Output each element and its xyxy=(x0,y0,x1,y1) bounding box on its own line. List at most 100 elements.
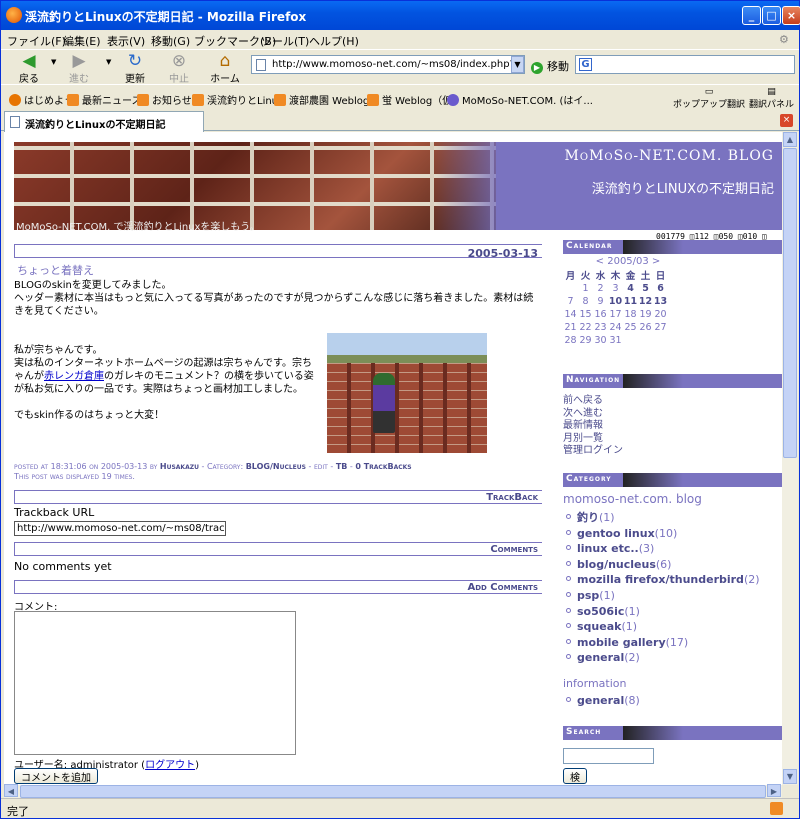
category-item[interactable]: general(8) xyxy=(566,693,640,709)
bookmark-item[interactable]: お知らせ xyxy=(137,92,192,107)
horizontal-scrollbar[interactable]: ◀ ▶ xyxy=(4,784,782,798)
category-label[interactable]: squeak xyxy=(577,620,621,633)
go-button[interactable]: ▶ 移動 xyxy=(531,58,569,74)
add-comment-heading: Add Comments xyxy=(467,582,538,593)
menu-view[interactable]: 表示(V) xyxy=(107,33,145,49)
trackbacks-link[interactable]: 0 TrackBacks xyxy=(355,462,411,471)
blog-title[interactable]: MoMoSo-NET.COM. BLOG xyxy=(565,148,774,164)
url-dropdown-icon[interactable]: ▼ xyxy=(511,56,524,73)
url-bar[interactable]: http://www.momoso-net.com/~ms08/index.ph… xyxy=(251,55,525,74)
nav-prev-link[interactable]: 前へ戻る xyxy=(563,395,623,408)
category-item[interactable]: squeak(1) xyxy=(566,619,760,635)
page-icon xyxy=(10,116,20,128)
category-count: (17) xyxy=(665,635,689,649)
calendar-day[interactable]: 4 xyxy=(623,282,638,295)
menu-go[interactable]: 移動(G) xyxy=(151,33,190,49)
nav-latest-link[interactable]: 最新情報 xyxy=(563,420,623,433)
category-label[interactable]: general xyxy=(577,694,624,707)
category-label[interactable]: psp xyxy=(577,589,599,602)
nav-admin-login-link[interactable]: 管理ログイン xyxy=(563,445,623,458)
category-item[interactable]: 釣り(1) xyxy=(566,510,760,526)
forward-button[interactable]: ▶ 進む xyxy=(63,52,95,85)
maximize-button[interactable]: □ xyxy=(762,6,781,25)
menu-help[interactable]: ヘルプ(H) xyxy=(309,33,359,49)
tab-close-icon[interactable]: × xyxy=(780,114,793,127)
scroll-down-icon[interactable]: ▼ xyxy=(783,769,797,784)
category-label[interactable]: mobile gallery xyxy=(577,636,666,649)
calendar-day: 1 xyxy=(582,283,589,294)
back-button[interactable]: ◀ 戻る xyxy=(13,52,45,85)
category-info-name[interactable]: information xyxy=(563,677,627,690)
category-item[interactable]: mozilla firefox/thunderbird(2) xyxy=(566,572,760,588)
category-item[interactable]: psp(1) xyxy=(566,588,760,604)
rss-feed-icon[interactable] xyxy=(770,802,783,815)
calendar-month-nav[interactable]: < 2005/03 > xyxy=(563,256,693,267)
add-comment-button[interactable]: コメントを追加 xyxy=(14,768,98,784)
menu-edit[interactable]: 編集(E) xyxy=(63,33,101,49)
edit-link[interactable]: edit xyxy=(314,462,328,471)
akarenga-link[interactable]: 赤レンガ倉庫 xyxy=(44,371,104,382)
bookmark-item[interactable]: 渡部農園 Weblog xyxy=(274,92,369,107)
category-item[interactable]: so506ic(1) xyxy=(566,604,760,620)
search-input[interactable] xyxy=(563,748,654,764)
category-label[interactable]: 釣り xyxy=(577,511,599,524)
bookmark-item[interactable]: 渓流釣りとLinux xyxy=(192,92,284,107)
forward-arrow-icon: ▶ xyxy=(72,51,86,71)
search-button[interactable]: 検索 xyxy=(563,768,587,784)
navigation-widget: Navigation 前へ戻る 次へ進む 最新情報 月別一覧 管理ログイン xyxy=(563,374,782,456)
category-link[interactable]: BLOG/Nucleus xyxy=(246,462,306,471)
forward-dropdown-icon[interactable]: ▼ xyxy=(106,58,111,66)
url-text: http://www.momoso-net.com/~ms08/index.ph… xyxy=(272,59,524,70)
trackback-url-field[interactable]: http://www.momoso-net.com/~ms08/trackbac xyxy=(14,521,226,536)
translate-panel-icon: ▤ xyxy=(767,87,776,97)
category-label[interactable]: general xyxy=(577,651,624,664)
nav-next-link[interactable]: 次へ進む xyxy=(563,408,623,421)
scroll-left-icon[interactable]: ◀ xyxy=(4,784,18,797)
bookmark-item[interactable]: はじめよう xyxy=(9,92,74,107)
calendar-day[interactable]: 10 xyxy=(608,295,623,308)
calendar-day[interactable]: 6 xyxy=(653,282,668,295)
back-dropdown-icon[interactable]: ▼ xyxy=(51,58,56,66)
post-title[interactable]: ちょっと着替え xyxy=(17,262,94,278)
category-item[interactable]: gentoo linux(10) xyxy=(566,526,760,542)
category-blog-name[interactable]: momoso-net.com. blog xyxy=(563,492,702,506)
vertical-scrollbar[interactable]: ▲ ▼ xyxy=(782,132,798,785)
calendar-day xyxy=(563,282,578,295)
bookmark-item[interactable]: 最新ニュース xyxy=(67,92,142,107)
stop-button[interactable]: ⊗ 中止 xyxy=(163,52,195,85)
comment-textarea[interactable] xyxy=(14,611,296,755)
reload-button[interactable]: ↻ 更新 xyxy=(119,52,151,85)
category-item[interactable]: linux etc..(3) xyxy=(566,541,760,557)
home-button[interactable]: ⌂ ホーム xyxy=(209,52,241,85)
calendar-day[interactable]: 13 xyxy=(653,295,668,308)
logout-link[interactable]: ログアウト xyxy=(145,760,195,771)
search-engine-box[interactable]: G xyxy=(575,55,795,74)
category-item[interactable]: blog/nucleus(6) xyxy=(566,557,760,573)
calendar-day[interactable]: 5 xyxy=(638,282,653,295)
category-label[interactable]: linux etc.. xyxy=(577,542,639,555)
menu-tools[interactable]: ツール(T) xyxy=(261,33,309,49)
tab-active[interactable]: 渓流釣りとLinuxの不定期日記 xyxy=(4,111,204,132)
category-label[interactable]: so506ic xyxy=(577,605,624,618)
bookmark-item[interactable]: MoMoSo-NET.COM. (はイ... xyxy=(447,92,593,107)
translate-panel-button[interactable]: ▤ 翻訳パネル xyxy=(749,87,794,110)
bullet-icon xyxy=(566,697,571,702)
tb-link[interactable]: TB xyxy=(336,462,348,471)
category-item[interactable]: mobile gallery(17) xyxy=(566,635,760,651)
minimize-button[interactable]: _ xyxy=(742,6,761,25)
menu-file[interactable]: ファイル(F) xyxy=(7,33,66,49)
calendar-day[interactable]: 11 xyxy=(623,295,638,308)
category-label[interactable]: mozilla firefox/thunderbird xyxy=(577,573,744,586)
category-item[interactable]: general(2) xyxy=(566,650,760,666)
hscrollbar-thumb[interactable] xyxy=(20,785,766,798)
close-button[interactable]: × xyxy=(782,6,800,25)
nav-archive-link[interactable]: 月別一覧 xyxy=(563,433,623,446)
author-link[interactable]: Husakazu xyxy=(160,462,199,471)
scroll-right-icon[interactable]: ▶ xyxy=(767,784,781,797)
category-label[interactable]: blog/nucleus xyxy=(577,558,656,571)
scroll-up-icon[interactable]: ▲ xyxy=(783,132,797,147)
popup-translate-button[interactable]: ▭ ポップアップ翻訳 xyxy=(673,87,745,110)
calendar-day[interactable]: 12 xyxy=(638,295,653,308)
scrollbar-thumb[interactable] xyxy=(783,148,797,458)
category-label[interactable]: gentoo linux xyxy=(577,527,655,540)
